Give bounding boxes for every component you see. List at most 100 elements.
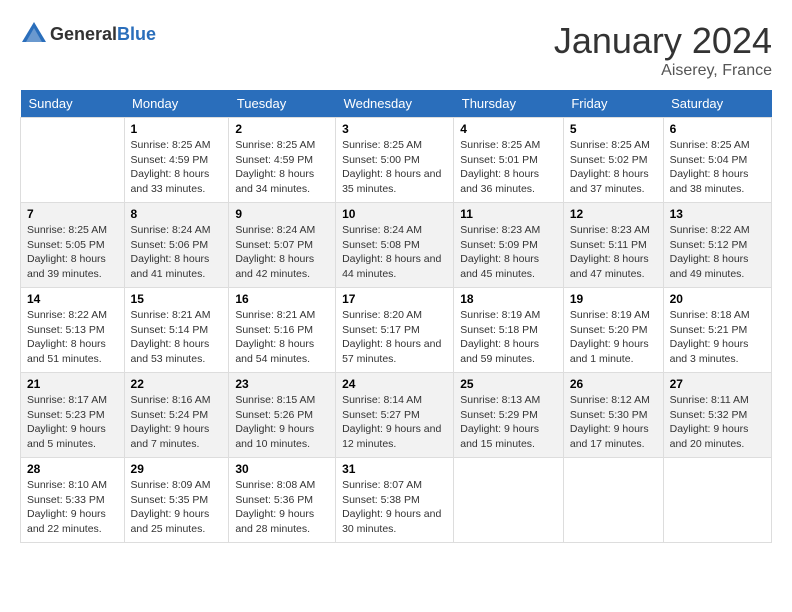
calendar-cell: 6 Sunrise: 8:25 AMSunset: 5:04 PMDaylight… [663, 118, 771, 203]
cell-info: Sunrise: 8:20 AMSunset: 5:17 PMDaylight:… [342, 308, 447, 367]
month-title: January 2024 [554, 20, 772, 62]
calendar-cell: 19Sunrise: 8:19 AMSunset: 5:20 PMDayligh… [563, 288, 663, 373]
calendar-cell: 23 Sunrise: 8:15 AMSunset: 5:26 PMDayligh… [229, 373, 336, 458]
day-number: 24 [342, 377, 447, 391]
cell-info: Sunrise: 8:09 AMSunset: 5:35 PMDaylight:… [131, 478, 223, 537]
cell-info: Sunrise: 8:13 AMSunset: 5:29 PMDaylight:… [460, 393, 557, 452]
day-number: 5 [570, 122, 657, 136]
cell-info: Sunrise: 8:23 AMSunset: 5:09 PMDaylight:… [460, 223, 557, 282]
calendar-cell: 25Sunrise: 8:13 AMSunset: 5:29 PMDayligh… [454, 373, 564, 458]
calendar-header: SundayMondayTuesdayWednesdayThursdayFrid… [21, 90, 772, 118]
cell-info: Sunrise: 8:25 AMSunset: 5:05 PMDaylight:… [27, 223, 118, 282]
calendar-cell: 12Sunrise: 8:23 AMSunset: 5:11 PMDayligh… [563, 203, 663, 288]
day-header-wednesday: Wednesday [336, 90, 454, 118]
title-block: January 2024 Aiserey, France [554, 20, 772, 80]
day-number: 15 [131, 292, 223, 306]
calendar-cell: 27 Sunrise: 8:11 AMSunset: 5:32 PMDayligh… [663, 373, 771, 458]
day-header-monday: Monday [124, 90, 229, 118]
calendar-cell: 24 Sunrise: 8:14 AMSunset: 5:27 PMDayligh… [336, 373, 454, 458]
day-number: 10 [342, 207, 447, 221]
day-number: 4 [460, 122, 557, 136]
cell-info: Sunrise: 8:18 AMSunset: 5:21 PMDaylight:… [670, 308, 765, 367]
day-number: 16 [235, 292, 329, 306]
day-number: 17 [342, 292, 447, 306]
day-number: 3 [342, 122, 447, 136]
cell-info: Sunrise: 8:25 AMSunset: 4:59 PMDaylight:… [235, 138, 329, 197]
cell-info: Sunrise: 8:11 AMSunset: 5:32 PMDaylight:… [670, 393, 765, 452]
calendar-cell: 28 Sunrise: 8:10 AMSunset: 5:33 PMDayligh… [21, 458, 125, 543]
day-number: 26 [570, 377, 657, 391]
cell-info: Sunrise: 8:24 AMSunset: 5:07 PMDaylight:… [235, 223, 329, 282]
calendar-cell [21, 118, 125, 203]
cell-info: Sunrise: 8:25 AMSunset: 5:02 PMDaylight:… [570, 138, 657, 197]
day-number: 14 [27, 292, 118, 306]
day-number: 2 [235, 122, 329, 136]
calendar-cell: 15 Sunrise: 8:21 AMSunset: 5:14 PMDayligh… [124, 288, 229, 373]
day-header-friday: Friday [563, 90, 663, 118]
day-number: 11 [460, 207, 557, 221]
cell-info: Sunrise: 8:21 AMSunset: 5:16 PMDaylight:… [235, 308, 329, 367]
calendar-cell: 10 Sunrise: 8:24 AMSunset: 5:08 PMDayligh… [336, 203, 454, 288]
day-number: 29 [131, 462, 223, 476]
calendar-table: SundayMondayTuesdayWednesdayThursdayFrid… [20, 90, 772, 543]
day-number: 20 [670, 292, 765, 306]
calendar-cell: 26 Sunrise: 8:12 AMSunset: 5:30 PMDayligh… [563, 373, 663, 458]
logo-general-text: General [50, 24, 117, 44]
day-number: 27 [670, 377, 765, 391]
calendar-cell: 7Sunrise: 8:25 AMSunset: 5:05 PMDaylight… [21, 203, 125, 288]
day-number: 28 [27, 462, 118, 476]
day-number: 21 [27, 377, 118, 391]
cell-info: Sunrise: 8:14 AMSunset: 5:27 PMDaylight:… [342, 393, 447, 452]
cell-info: Sunrise: 8:23 AMSunset: 5:11 PMDaylight:… [570, 223, 657, 282]
calendar-cell: 14Sunrise: 8:22 AMSunset: 5:13 PMDayligh… [21, 288, 125, 373]
calendar-cell: 18Sunrise: 8:19 AMSunset: 5:18 PMDayligh… [454, 288, 564, 373]
calendar-cell: 20 Sunrise: 8:18 AMSunset: 5:21 PMDayligh… [663, 288, 771, 373]
calendar-cell [563, 458, 663, 543]
week-row-2: 7Sunrise: 8:25 AMSunset: 5:05 PMDaylight… [21, 203, 772, 288]
calendar-cell: 1Sunrise: 8:25 AMSunset: 4:59 PMDaylight… [124, 118, 229, 203]
day-number: 13 [670, 207, 765, 221]
calendar-cell: 16 Sunrise: 8:21 AMSunset: 5:16 PMDayligh… [229, 288, 336, 373]
location-title: Aiserey, France [554, 62, 772, 80]
calendar-body: 1Sunrise: 8:25 AMSunset: 4:59 PMDaylight… [21, 118, 772, 543]
cell-info: Sunrise: 8:21 AMSunset: 5:14 PMDaylight:… [131, 308, 223, 367]
calendar-cell: 31 Sunrise: 8:07 AMSunset: 5:38 PMDayligh… [336, 458, 454, 543]
calendar-cell: 29 Sunrise: 8:09 AMSunset: 5:35 PMDayligh… [124, 458, 229, 543]
calendar-cell: 3Sunrise: 8:25 AMSunset: 5:00 PMDaylight… [336, 118, 454, 203]
week-row-5: 28 Sunrise: 8:10 AMSunset: 5:33 PMDayligh… [21, 458, 772, 543]
day-number: 6 [670, 122, 765, 136]
calendar-cell: 13 Sunrise: 8:22 AMSunset: 5:12 PMDayligh… [663, 203, 771, 288]
cell-info: Sunrise: 8:24 AMSunset: 5:06 PMDaylight:… [131, 223, 223, 282]
day-header-sunday: Sunday [21, 90, 125, 118]
calendar-cell [663, 458, 771, 543]
calendar-cell [454, 458, 564, 543]
calendar-cell: 30 Sunrise: 8:08 AMSunset: 5:36 PMDayligh… [229, 458, 336, 543]
day-number: 19 [570, 292, 657, 306]
cell-info: Sunrise: 8:08 AMSunset: 5:36 PMDaylight:… [235, 478, 329, 537]
day-number: 31 [342, 462, 447, 476]
calendar-cell: 5 Sunrise: 8:25 AMSunset: 5:02 PMDaylight… [563, 118, 663, 203]
day-header-thursday: Thursday [454, 90, 564, 118]
calendar-cell: 11 Sunrise: 8:23 AMSunset: 5:09 PMDayligh… [454, 203, 564, 288]
day-number: 8 [131, 207, 223, 221]
week-row-1: 1Sunrise: 8:25 AMSunset: 4:59 PMDaylight… [21, 118, 772, 203]
cell-info: Sunrise: 8:25 AMSunset: 5:01 PMDaylight:… [460, 138, 557, 197]
logo: GeneralBlue [20, 20, 156, 48]
cell-info: Sunrise: 8:15 AMSunset: 5:26 PMDaylight:… [235, 393, 329, 452]
day-number: 23 [235, 377, 329, 391]
calendar-cell: 2 Sunrise: 8:25 AMSunset: 4:59 PMDaylight… [229, 118, 336, 203]
cell-info: Sunrise: 8:25 AMSunset: 5:04 PMDaylight:… [670, 138, 765, 197]
cell-info: Sunrise: 8:24 AMSunset: 5:08 PMDaylight:… [342, 223, 447, 282]
header-row: SundayMondayTuesdayWednesdayThursdayFrid… [21, 90, 772, 118]
cell-info: Sunrise: 8:22 AMSunset: 5:12 PMDaylight:… [670, 223, 765, 282]
calendar-cell: 9Sunrise: 8:24 AMSunset: 5:07 PMDaylight… [229, 203, 336, 288]
cell-info: Sunrise: 8:10 AMSunset: 5:33 PMDaylight:… [27, 478, 118, 537]
calendar-cell: 4 Sunrise: 8:25 AMSunset: 5:01 PMDaylight… [454, 118, 564, 203]
page-header: GeneralBlue January 2024 Aiserey, France [20, 20, 772, 80]
cell-info: Sunrise: 8:07 AMSunset: 5:38 PMDaylight:… [342, 478, 447, 537]
day-header-saturday: Saturday [663, 90, 771, 118]
cell-info: Sunrise: 8:12 AMSunset: 5:30 PMDaylight:… [570, 393, 657, 452]
week-row-3: 14Sunrise: 8:22 AMSunset: 5:13 PMDayligh… [21, 288, 772, 373]
day-number: 30 [235, 462, 329, 476]
cell-info: Sunrise: 8:17 AMSunset: 5:23 PMDaylight:… [27, 393, 118, 452]
